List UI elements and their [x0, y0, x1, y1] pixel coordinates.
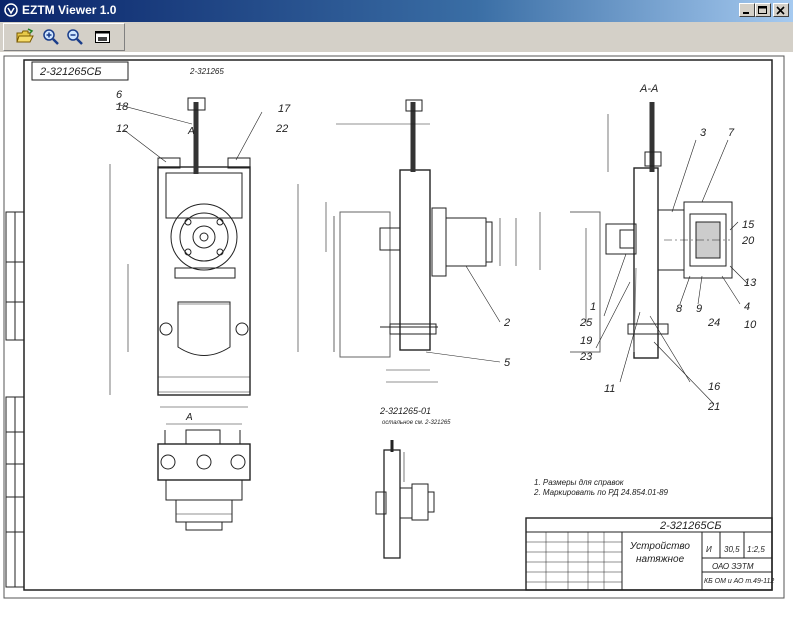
- callout: 7: [728, 127, 735, 139]
- callout: 13: [744, 277, 757, 289]
- callout: 6: [116, 89, 123, 101]
- title-block-name-1: Устройство: [629, 541, 690, 552]
- fit-window-button[interactable]: [92, 27, 114, 47]
- corner-stamp: 2-321265СБ: [39, 66, 102, 78]
- note-1: 1. Размеры для справок: [534, 478, 625, 487]
- minimize-button[interactable]: [739, 3, 755, 17]
- window-title: EZTM Viewer 1.0: [22, 3, 117, 17]
- title-block-scale: 1:2,5: [747, 545, 765, 554]
- close-button[interactable]: [773, 3, 789, 17]
- fit-window-icon: [95, 31, 110, 43]
- title-block-org2: КБ ОМ и АО т.49-112: [704, 578, 774, 585]
- sub-view-note: остальное см. 2-321265: [382, 420, 451, 426]
- zoom-out-icon: [67, 29, 83, 45]
- callout: 21: [707, 401, 720, 413]
- maximize-icon: [758, 6, 767, 14]
- section-mark-a: A: [187, 126, 195, 137]
- callout: 23: [579, 351, 593, 363]
- zoom-out-button[interactable]: [64, 27, 86, 47]
- title-block-letter: И: [706, 545, 712, 554]
- callout: 3: [700, 127, 707, 139]
- callout: 10: [744, 319, 757, 331]
- callout: 1: [590, 301, 596, 313]
- callout: 5: [504, 357, 511, 369]
- zoom-in-icon: [43, 29, 59, 45]
- drawing-viewport[interactable]: 2-321265СБ 2-321265 A A А-А 2-321265-01 …: [0, 52, 793, 617]
- callout: 20: [741, 235, 755, 247]
- maximize-button[interactable]: [755, 3, 771, 17]
- callout: 9: [696, 303, 702, 315]
- open-button[interactable]: [14, 27, 36, 47]
- title-block-name-2: натяжное: [636, 554, 685, 565]
- callout: 15: [742, 219, 755, 231]
- callout: 16: [708, 381, 721, 393]
- title-bar[interactable]: EZTM Viewer 1.0: [0, 0, 793, 22]
- section-title: А-А: [639, 83, 658, 95]
- callout: 24: [707, 317, 720, 329]
- minimize-icon: [743, 12, 749, 14]
- close-icon: [776, 6, 785, 15]
- title-block-code: 2-321265СБ: [659, 520, 722, 532]
- title-block-org: ОАО ЗЭТМ: [712, 562, 754, 571]
- title-block-mass: 30,5: [724, 545, 740, 554]
- technical-drawing: 2-321265СБ 2-321265 A A А-А 2-321265-01 …: [3, 55, 785, 599]
- open-folder-icon: [16, 28, 34, 43]
- top-reference: 2-321265: [189, 67, 224, 76]
- callout: 11: [604, 383, 615, 395]
- callout: 18: [116, 101, 129, 113]
- app-window: EZTM Viewer 1.0 2-321265СБ 2-321265 A A …: [0, 0, 793, 617]
- callout: 2: [503, 317, 510, 329]
- callout: 25: [579, 317, 593, 329]
- app-icon: [4, 3, 18, 17]
- callout: 4: [744, 301, 750, 313]
- zoom-in-button[interactable]: [40, 27, 62, 47]
- callout: 17: [278, 103, 291, 115]
- callout: 19: [580, 335, 592, 347]
- note-2: 2. Маркировать по РД 24.854.01-89: [533, 488, 669, 497]
- toolbar: [3, 23, 125, 51]
- callout: 8: [676, 303, 683, 315]
- sub-view-title: 2-321265-01: [379, 406, 431, 416]
- callout: 22: [275, 123, 288, 135]
- section-mark-a-bottom: A: [185, 412, 193, 423]
- callout: 12: [116, 123, 128, 135]
